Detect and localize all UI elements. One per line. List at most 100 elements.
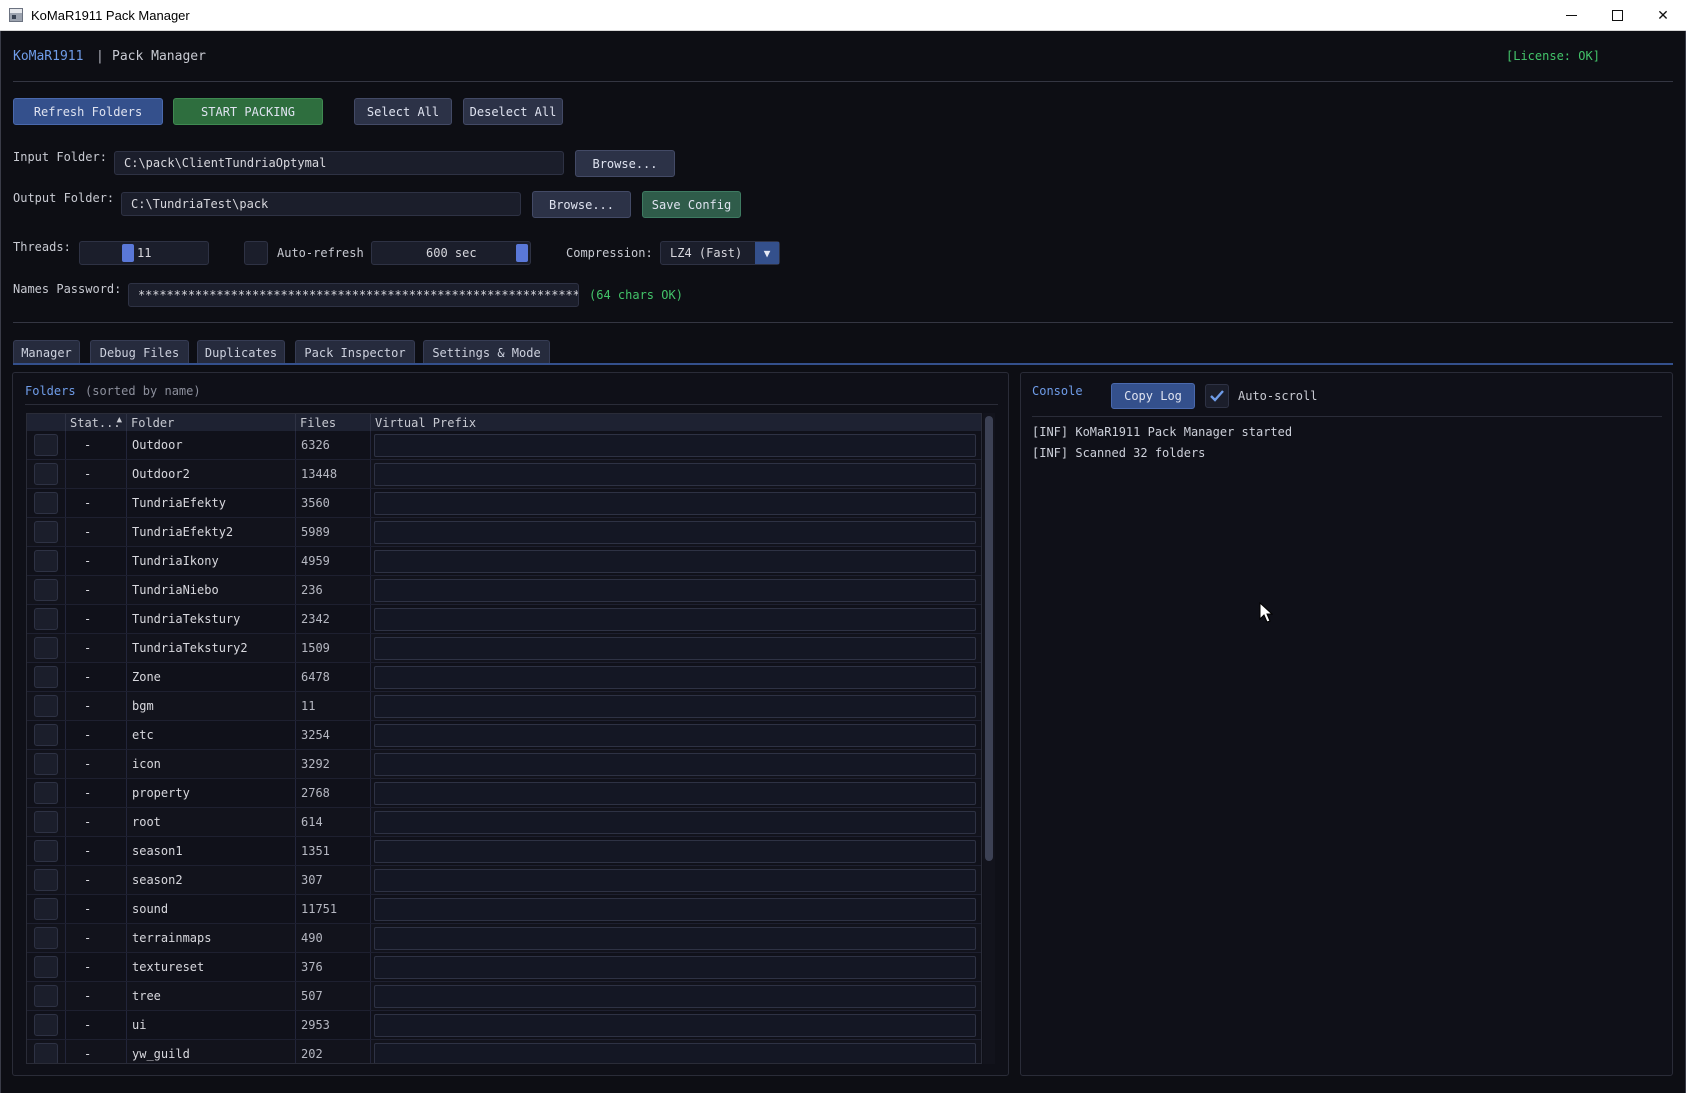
output-folder-field[interactable]: C:\TundriaTest\pack: [121, 192, 521, 216]
names-password-field[interactable]: ****************************************…: [128, 283, 579, 307]
row-checkbox[interactable]: [34, 724, 58, 746]
virtual-prefix-input[interactable]: [374, 897, 976, 921]
virtual-prefix-input[interactable]: [374, 810, 976, 834]
tab-manager[interactable]: Manager: [13, 340, 80, 364]
auto-refresh-interval-slider[interactable]: 600 sec: [371, 241, 531, 265]
table-row[interactable]: - Outdoor2 13448: [27, 460, 981, 489]
tab-pack-inspector[interactable]: Pack Inspector: [295, 340, 415, 364]
virtual-prefix-input[interactable]: [374, 868, 976, 892]
input-folder-field[interactable]: C:\pack\ClientTundriaOptymal: [114, 151, 564, 175]
save-config-button[interactable]: Save Config: [642, 191, 741, 218]
refresh-folders-button[interactable]: Refresh Folders: [13, 98, 163, 125]
virtual-prefix-input[interactable]: [374, 955, 976, 979]
table-row[interactable]: - TundriaIkony 4959: [27, 547, 981, 576]
table-row[interactable]: - TundriaEfekty 3560: [27, 489, 981, 518]
table-row[interactable]: - etc 3254: [27, 721, 981, 750]
table-row[interactable]: - Outdoor 6326: [27, 431, 981, 460]
threads-slider[interactable]: 11: [79, 241, 209, 265]
virtual-prefix-input[interactable]: [374, 549, 976, 573]
row-checkbox[interactable]: [34, 637, 58, 659]
virtual-prefix-input[interactable]: [374, 636, 976, 660]
table-row[interactable]: - property 2768: [27, 779, 981, 808]
row-checkbox[interactable]: [34, 811, 58, 833]
table-row[interactable]: - icon 3292: [27, 750, 981, 779]
table-row[interactable]: - root 614: [27, 808, 981, 837]
tab-duplicates[interactable]: Duplicates: [197, 340, 285, 364]
row-checkbox[interactable]: [34, 608, 58, 630]
row-checkbox[interactable]: [34, 782, 58, 804]
column-select[interactable]: [27, 414, 66, 431]
row-checkbox[interactable]: [34, 521, 58, 543]
threads-slider-grab[interactable]: [122, 244, 134, 262]
input-browse-button[interactable]: Browse...: [575, 150, 675, 177]
virtual-prefix-input[interactable]: [374, 781, 976, 805]
deselect-all-button[interactable]: Deselect All: [463, 98, 563, 125]
row-checkbox[interactable]: [34, 579, 58, 601]
table-row[interactable]: - TundriaEfekty2 5989: [27, 518, 981, 547]
virtual-prefix-input[interactable]: [374, 1013, 976, 1037]
row-checkbox[interactable]: [34, 550, 58, 572]
close-button[interactable]: ✕: [1640, 0, 1686, 31]
table-row[interactable]: - season2 307: [27, 866, 981, 895]
table-row[interactable]: - terrainmaps 490: [27, 924, 981, 953]
maximize-button[interactable]: [1594, 0, 1640, 31]
row-checkbox[interactable]: [34, 695, 58, 717]
table-row[interactable]: - TundriaNiebo 236: [27, 576, 981, 605]
row-checkbox[interactable]: [34, 463, 58, 485]
virtual-prefix-input[interactable]: [374, 984, 976, 1008]
row-checkbox[interactable]: [34, 898, 58, 920]
row-checkbox[interactable]: [34, 1014, 58, 1036]
virtual-prefix-input[interactable]: [374, 839, 976, 863]
virtual-prefix-input[interactable]: [374, 723, 976, 747]
table-row[interactable]: - bgm 11: [27, 692, 981, 721]
tab-settings-mode[interactable]: Settings & Mode: [423, 340, 550, 364]
row-checkbox[interactable]: [34, 753, 58, 775]
virtual-prefix-input[interactable]: [374, 694, 976, 718]
row-checkbox[interactable]: [34, 956, 58, 978]
virtual-prefix-input[interactable]: [374, 520, 976, 544]
table-row[interactable]: - tree 507: [27, 982, 981, 1011]
interval-slider-grab[interactable]: [516, 244, 528, 262]
row-checkbox[interactable]: [34, 985, 58, 1007]
column-files[interactable]: Files: [296, 414, 371, 431]
virtual-prefix-input[interactable]: [374, 462, 976, 486]
minimize-button[interactable]: [1548, 0, 1594, 31]
row-checkbox[interactable]: [34, 434, 58, 456]
table-row[interactable]: - textureset 376: [27, 953, 981, 982]
select-all-button[interactable]: Select All: [354, 98, 452, 125]
row-checkbox[interactable]: [34, 666, 58, 688]
column-status[interactable]: Stat... ▲: [66, 414, 127, 431]
table-row[interactable]: - ui 2953: [27, 1011, 981, 1040]
virtual-prefix-input[interactable]: [374, 1042, 976, 1063]
column-folder[interactable]: Folder: [127, 414, 296, 431]
table-row[interactable]: - TundriaTekstury2 1509: [27, 634, 981, 663]
row-checkbox[interactable]: [34, 1043, 58, 1063]
output-browse-button[interactable]: Browse...: [532, 191, 631, 218]
row-checkbox[interactable]: [34, 492, 58, 514]
virtual-prefix-input[interactable]: [374, 752, 976, 776]
table-row[interactable]: - Zone 6478: [27, 663, 981, 692]
virtual-prefix-input[interactable]: [374, 665, 976, 689]
auto-scroll-checkbox[interactable]: [1205, 384, 1229, 408]
table-row[interactable]: - TundriaTekstury 2342: [27, 605, 981, 634]
start-packing-button[interactable]: START PACKING: [173, 98, 323, 125]
auto-refresh-checkbox[interactable]: [244, 241, 268, 265]
virtual-prefix-input[interactable]: [374, 578, 976, 602]
row-checkbox[interactable]: [34, 927, 58, 949]
virtual-prefix-input[interactable]: [374, 433, 976, 457]
table-row[interactable]: - sound 11751: [27, 895, 981, 924]
copy-log-button[interactable]: Copy Log: [1111, 383, 1195, 409]
column-virtual-prefix[interactable]: Virtual Prefix: [371, 414, 981, 431]
chevron-down-icon[interactable]: ▼: [755, 242, 779, 264]
virtual-prefix-input[interactable]: [374, 926, 976, 950]
table-row[interactable]: - season1 1351: [27, 837, 981, 866]
tab-debug-files[interactable]: Debug Files: [90, 340, 189, 364]
folders-scrollbar-thumb[interactable]: [985, 416, 993, 861]
row-checkbox[interactable]: [34, 869, 58, 891]
compression-dropdown[interactable]: LZ4 (Fast) ▼: [660, 241, 780, 265]
folders-scrollbar[interactable]: [983, 413, 995, 1064]
virtual-prefix-input[interactable]: [374, 607, 976, 631]
row-checkbox[interactable]: [34, 840, 58, 862]
virtual-prefix-input[interactable]: [374, 491, 976, 515]
table-row[interactable]: - yw_guild 202: [27, 1040, 981, 1063]
